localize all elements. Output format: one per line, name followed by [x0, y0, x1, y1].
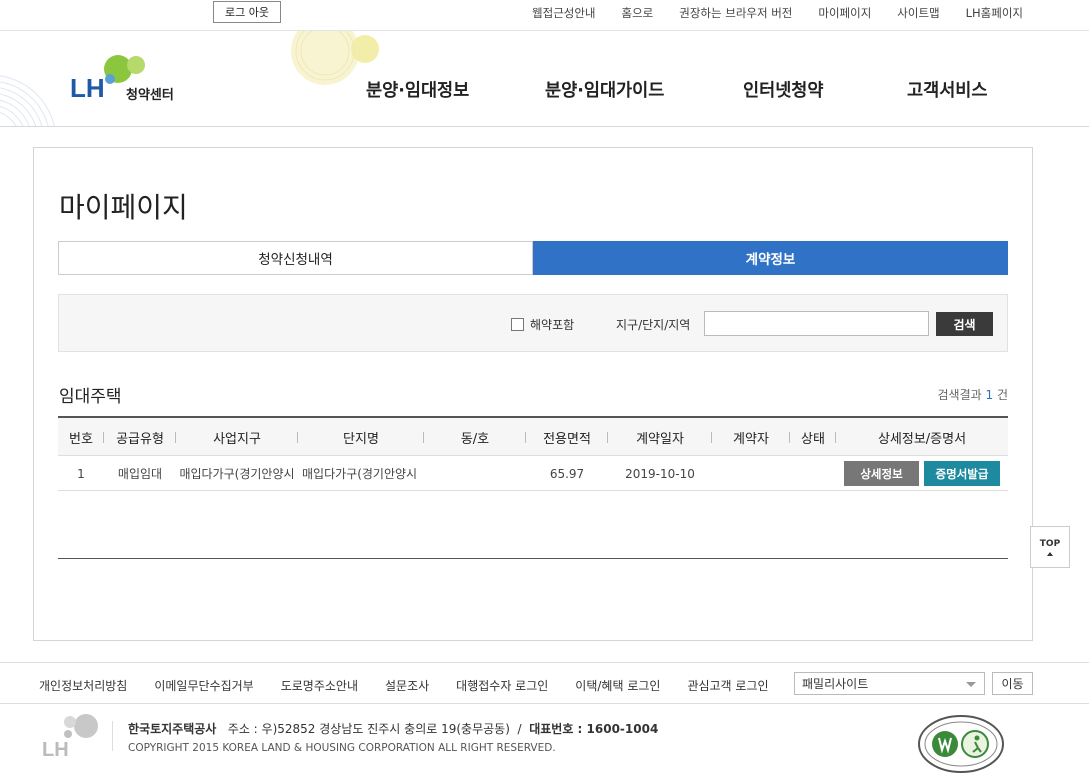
table-row: 1 매입임대 매입다가구(경기안양시 매입다가구(경기안양시 65.97 201…: [58, 456, 1008, 491]
result-suffix: 건: [996, 388, 1008, 402]
result-prefix: 검색결과: [937, 388, 982, 402]
cell-status: [790, 456, 836, 491]
scroll-top-button[interactable]: TOP: [1030, 526, 1070, 568]
decorative-lines: [0, 75, 55, 126]
certificate-issue-button[interactable]: 증명서발급: [924, 461, 1000, 486]
col-header-date-label: 계약일자: [636, 431, 684, 447]
lh-footer-logo-icon: LH: [42, 714, 98, 758]
arrow-up-icon: [1047, 551, 1053, 556]
footer-link-privacy[interactable]: 개인정보처리방침: [39, 677, 127, 694]
detail-info-button[interactable]: 상세정보: [844, 461, 919, 486]
col-header-area: 전용면적: [526, 418, 608, 456]
col-header-contractor-label: 계약자: [733, 431, 769, 447]
region-search-input[interactable]: [704, 311, 929, 336]
footer-links: 개인정보처리방침 이메일무단수집거부 도로명주소안내 설문조사 대행접수자 로그…: [39, 677, 796, 694]
table-bottom-divider: [58, 558, 1008, 559]
col-header-detail: 상세정보/증명서: [836, 418, 1008, 456]
footer-link-survey[interactable]: 설문조사: [385, 677, 429, 694]
cell-complex: 매입다가구(경기안양시: [302, 467, 418, 481]
col-header-status: 상태: [790, 418, 836, 456]
result-count: 1: [985, 388, 994, 402]
col-header-contractor: 계약자: [712, 418, 790, 456]
main-content: 마이페이지 청약신청내역 계약정보 해약포함 지구/단지/지역 검색 임대주택 …: [33, 147, 1033, 641]
col-header-detail-label: 상세정보/증명서: [877, 431, 967, 447]
info-separator: /: [517, 722, 522, 736]
nav-item-sale-rent-guide[interactable]: 분양·임대가이드: [545, 77, 664, 102]
company-address: 주소 : 우)52852 경상남도 진주시 충의로 19(충무공동): [227, 722, 510, 736]
cell-type: 매입임대: [117, 467, 163, 481]
representative-number: 대표번호 : 1600-1004: [529, 722, 659, 736]
col-header-no-label: 번호: [69, 431, 93, 447]
col-header-district-label: 사업지구: [213, 431, 261, 447]
include-cancel-checkbox[interactable]: [511, 318, 524, 331]
table-header: 번호 공급유형 사업지구 단지명 동/호 전용면적 계약일자 계약자 상태 상세…: [58, 418, 1008, 456]
company-name: 한국토지주택공사: [128, 722, 217, 736]
cell-contractor: [712, 456, 790, 491]
footer-info: LH 한국토지주택공사 주소 : 우)52852 경상남도 진주시 충의로 19…: [0, 704, 1089, 779]
svg-text:LH: LH: [42, 739, 69, 758]
company-info: 한국토지주택공사 주소 : 우)52852 경상남도 진주시 충의로 19(충무…: [128, 720, 658, 737]
logo-text: 청약센터: [126, 88, 174, 103]
section-title: 임대주택: [59, 387, 122, 407]
col-header-complex: 단지명: [298, 418, 424, 456]
search-panel: 해약포함 지구/단지/지역 검색: [58, 294, 1008, 352]
utility-bar: 로그 아웃 웹접근성안내 홈으로 권장하는 브라우저 버전 마이페이지 사이트맵…: [0, 0, 1089, 31]
footer-link-interest-login[interactable]: 관심고객 로그인: [687, 677, 768, 694]
svg-text:LH: LH: [70, 73, 105, 103]
tab-application-history[interactable]: 청약신청내역: [58, 241, 533, 275]
tab-contract-info[interactable]: 계약정보: [533, 241, 1008, 275]
footer-link-benefit-login[interactable]: 이택/혜택 로그인: [575, 677, 660, 694]
contract-table: 번호 공급유형 사업지구 단지명 동/호 전용면적 계약일자 계약자 상태 상세…: [58, 416, 1008, 491]
col-header-complex-label: 단지명: [343, 431, 379, 447]
family-site-select[interactable]: 패밀리사이트: [794, 672, 985, 695]
col-header-status-label: 상태: [801, 431, 825, 447]
search-result-count: 검색결과 1 건: [937, 386, 1008, 403]
top-label: TOP: [1039, 538, 1061, 549]
cell-district: 매입다가구(경기안양시: [179, 467, 295, 481]
footer-link-road-address[interactable]: 도로명주소안내: [281, 677, 358, 694]
col-header-date: 계약일자: [608, 418, 712, 456]
nav-item-sale-rent-info[interactable]: 분양·임대정보: [366, 77, 469, 102]
copyright: COPYRIGHT 2015 KOREA LAND & HOUSING CORP…: [128, 742, 556, 754]
logout-button[interactable]: 로그 아웃: [213, 1, 281, 23]
col-header-unit: 동/호: [424, 418, 526, 456]
footer-divider: [112, 721, 113, 751]
chevron-down-icon: [966, 682, 976, 687]
web-accessibility-mark-icon: [918, 715, 1004, 773]
col-header-no: 번호: [58, 418, 104, 456]
col-header-district: 사업지구: [176, 418, 298, 456]
util-link-sitemap[interactable]: 사이트맵: [897, 5, 939, 21]
cell-no: 1: [77, 466, 85, 481]
col-header-area-label: 전용면적: [543, 431, 591, 447]
util-link-lh-home[interactable]: LH홈페이지: [966, 5, 1023, 21]
util-link-browser[interactable]: 권장하는 브라우저 버전: [679, 5, 792, 21]
footer-link-email-refusal[interactable]: 이메일무단수집거부: [154, 677, 253, 694]
family-site-label: 패밀리사이트: [802, 677, 869, 691]
tab-bar: 청약신청내역 계약정보: [58, 241, 1008, 275]
col-header-unit-label: 동/호: [460, 431, 490, 447]
include-cancel-label[interactable]: 해약포함: [530, 316, 574, 333]
search-button[interactable]: 검색: [936, 312, 993, 336]
cell-date: 2019-10-10: [625, 466, 695, 481]
footer-links-bar: 개인정보처리방침 이메일무단수집거부 도로명주소안내 설문조사 대행접수자 로그…: [0, 662, 1089, 704]
col-header-type-label: 공급유형: [116, 431, 164, 447]
utility-links: 웹접근성안내 홈으로 권장하는 브라우저 버전 마이페이지 사이트맵 LH홈페이…: [532, 5, 1023, 21]
footer-link-agent-login[interactable]: 대행접수자 로그인: [456, 677, 548, 694]
nav-item-customer-service[interactable]: 고객서비스: [907, 77, 988, 102]
region-label: 지구/단지/지역: [616, 318, 691, 332]
util-link-home[interactable]: 홈으로: [622, 5, 654, 21]
util-link-accessibility[interactable]: 웹접근성안내: [532, 5, 595, 21]
cell-unit: [424, 456, 526, 491]
cell-area: 65.97: [549, 466, 585, 481]
family-site-go-button[interactable]: 이동: [992, 672, 1033, 695]
util-link-mypage[interactable]: 마이페이지: [818, 5, 871, 21]
col-header-type: 공급유형: [104, 418, 176, 456]
nav-item-internet-application[interactable]: 인터넷청약: [743, 77, 824, 102]
page-title: 마이페이지: [59, 191, 188, 224]
header: LH 청약센터 분양·임대정보 분양·임대가이드 인터넷청약 고객서비스: [0, 31, 1089, 127]
